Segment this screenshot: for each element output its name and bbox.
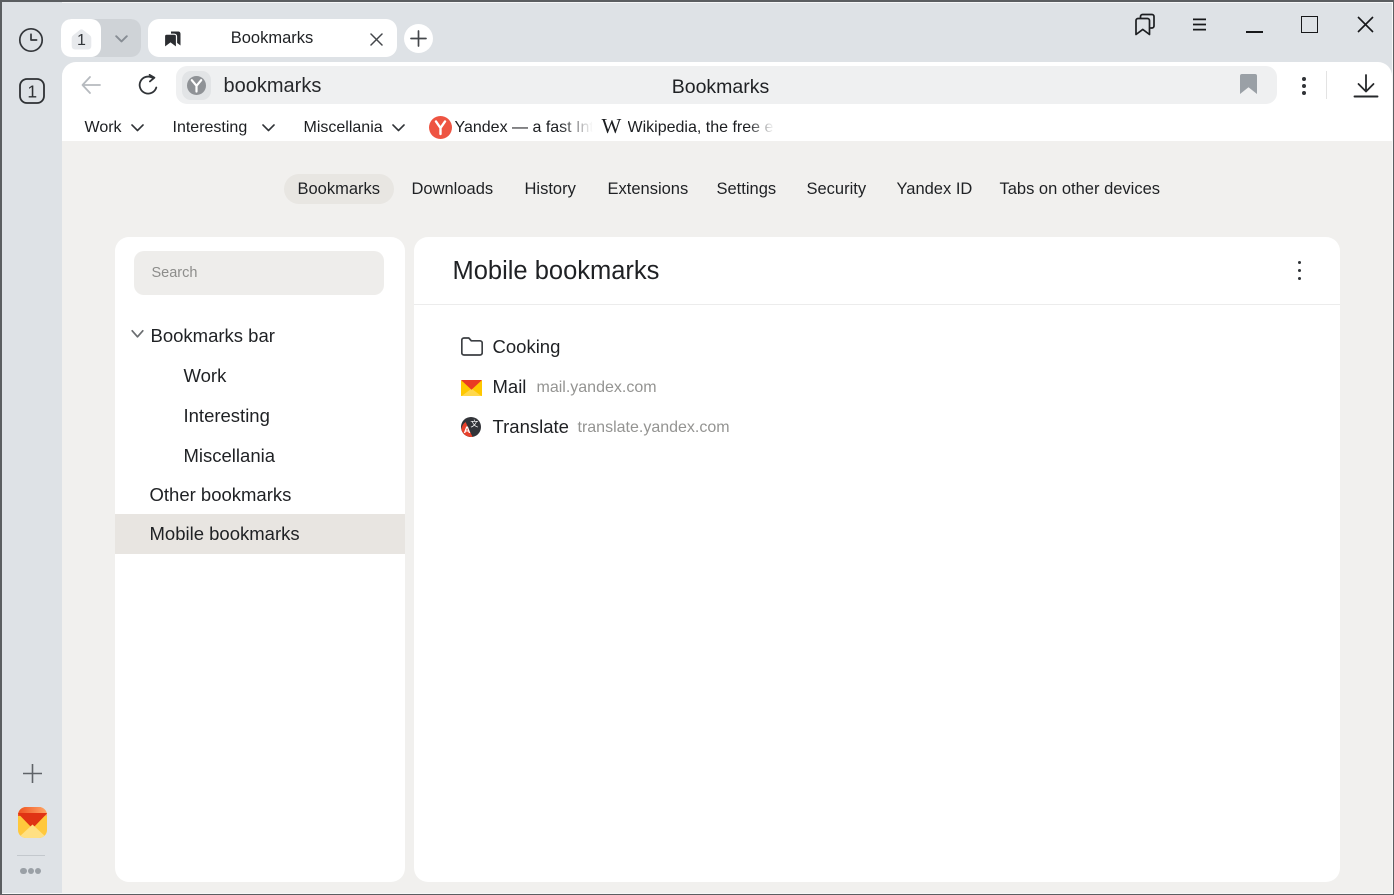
svg-text:1: 1 (27, 81, 37, 101)
svg-text:1: 1 (77, 32, 86, 49)
svg-text:文: 文 (470, 418, 478, 428)
